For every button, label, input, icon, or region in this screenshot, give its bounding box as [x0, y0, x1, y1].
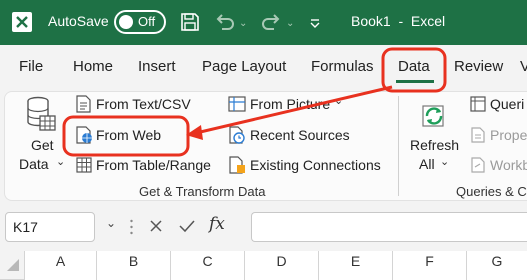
column-header-c[interactable]: C [171, 251, 245, 280]
from-text-csv-label: From Text/CSV [96, 96, 191, 112]
tab-data-underline [396, 80, 434, 83]
name-box[interactable]: K17 [5, 212, 95, 242]
enter-check-icon[interactable] [178, 218, 196, 234]
name-box-value: K17 [13, 219, 38, 235]
refresh-label-line1: Refresh [410, 137, 460, 153]
from-web-button[interactable]: From Web [74, 124, 174, 146]
from-table-range-label: From Table/Range [96, 157, 211, 173]
undo-dropdown-icon[interactable]: ⌄ [239, 18, 247, 29]
formula-divider-dots-icon [130, 218, 133, 236]
insert-function-icon[interactable]: fx [209, 214, 225, 234]
excel-logo-icon [12, 12, 32, 32]
cancel-icon[interactable] [148, 218, 164, 234]
column-header-a[interactable]: A [25, 251, 97, 280]
name-box-dropdown-icon[interactable]: ⌄ [106, 216, 116, 230]
column-header-d[interactable]: D [245, 251, 319, 280]
web-page-icon [76, 126, 94, 144]
properties-label: Prope [490, 127, 527, 143]
existing-connections-label: Existing Connections [250, 157, 381, 173]
tab-home[interactable]: Home [73, 58, 113, 75]
customize-toolbar-icon[interactable] [309, 12, 321, 32]
toggle-knob [119, 15, 133, 29]
tab-formulas[interactable]: Formulas [311, 58, 374, 75]
autosave-label: AutoSave [48, 13, 109, 29]
formula-input[interactable] [251, 212, 527, 242]
tab-data[interactable]: Data [398, 58, 430, 75]
tab-view[interactable]: V [520, 58, 527, 75]
get-data-button[interactable]: Get Data ⌄ [14, 92, 68, 178]
get-data-label-line1: Get [31, 137, 54, 153]
from-web-label: From Web [96, 127, 162, 143]
refresh-all-button[interactable]: Refresh All ⌄ [405, 92, 463, 178]
select-all-corner[interactable] [0, 251, 25, 280]
column-header-f[interactable]: F [393, 251, 467, 280]
autosave-state: Off [138, 14, 156, 29]
properties-button[interactable]: Prope [468, 125, 527, 145]
picture-icon [228, 95, 246, 113]
refresh-icon [419, 100, 449, 130]
from-text-csv-button[interactable]: From Text/CSV [74, 94, 194, 114]
properties-icon [470, 127, 486, 143]
get-data-dropdown-icon: ⌄ [56, 156, 66, 168]
from-picture-label: From Picture [250, 96, 331, 112]
from-picture-button[interactable]: From Picture ⌄ [226, 94, 346, 114]
workbook-links-button[interactable]: Workb [468, 155, 527, 175]
refresh-dropdown-icon: ⌄ [440, 156, 450, 168]
workbook-links-label: Workb [490, 157, 527, 173]
undo-icon[interactable] [214, 12, 236, 32]
redo-dropdown-icon[interactable]: ⌄ [286, 18, 294, 29]
title-bar: AutoSave Off ⌄ ⌄ Book1 - Excel [0, 0, 527, 45]
table-icon [76, 157, 92, 173]
document-title: Book1 - Excel [351, 13, 446, 29]
from-table-range-button[interactable]: From Table/Range [74, 155, 214, 175]
get-transform-group-label: Get & Transform Data [139, 184, 266, 199]
queries-connections-button[interactable]: Queri [468, 94, 527, 114]
group-divider [398, 96, 399, 196]
queries-label: Queri [490, 96, 525, 112]
column-header-e[interactable]: E [319, 251, 393, 280]
existing-connections-button[interactable]: Existing Connections [226, 155, 386, 175]
tab-insert[interactable]: Insert [138, 58, 176, 75]
column-header-b[interactable]: B [97, 251, 171, 280]
connections-icon [228, 156, 246, 174]
text-file-icon [76, 95, 92, 113]
tab-page-layout[interactable]: Page Layout [202, 58, 286, 75]
save-icon[interactable] [180, 12, 200, 32]
tab-file[interactable]: File [19, 58, 43, 75]
tab-review[interactable]: Review [454, 58, 503, 75]
column-header-row: A B C D E F G [0, 251, 527, 280]
recent-sources-button[interactable]: Recent Sources [226, 125, 356, 145]
autosave-toggle[interactable]: Off [114, 10, 166, 34]
redo-icon[interactable] [260, 12, 282, 32]
get-data-label-line2: Data [19, 156, 49, 172]
queries-group-label: Queries & C [456, 184, 527, 199]
column-header-g[interactable]: G [467, 251, 527, 280]
refresh-label-line2: All [419, 156, 435, 172]
recent-sources-label: Recent Sources [250, 127, 350, 143]
from-picture-dropdown-icon: ⌄ [334, 95, 344, 107]
workbook-links-icon [470, 157, 486, 173]
clock-icon [228, 126, 246, 144]
database-icon [26, 96, 56, 132]
queries-icon [470, 96, 486, 112]
